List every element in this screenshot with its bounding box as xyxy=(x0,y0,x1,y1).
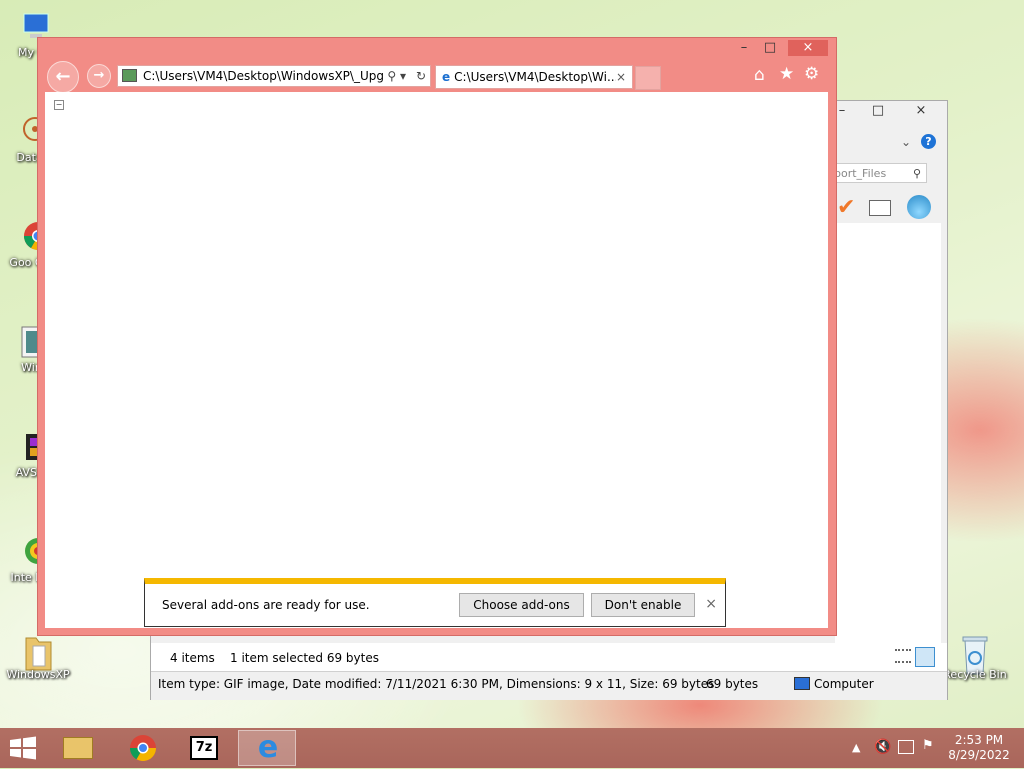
clock-date: 8/29/2022 xyxy=(948,748,1010,762)
location-text: Computer xyxy=(814,677,874,691)
maximize-button[interactable]: □ xyxy=(865,103,891,118)
file-list-area xyxy=(835,223,941,643)
email-icon[interactable] xyxy=(869,200,891,216)
selection-info: 1 item selected 69 bytes xyxy=(230,651,379,665)
recycle-bin-icon xyxy=(958,632,992,675)
action-center-flag-icon[interactable]: ⚑ xyxy=(922,738,934,753)
notification-message: Several add-ons are ready for use. xyxy=(162,598,370,612)
taskbar-internet-explorer[interactable]: e xyxy=(238,730,296,766)
back-button[interactable]: ← xyxy=(47,61,79,93)
desktop-icon-label: WindowsXP xyxy=(6,668,70,681)
search-dropdown-icon[interactable]: ⚲ ▾ xyxy=(383,66,406,86)
desktop-icon-windowsxp-folder[interactable]: WindowsXP xyxy=(3,632,73,681)
search-input[interactable]: port_Files ⚲ xyxy=(829,163,927,183)
ribbon-expand-icon[interactable]: ⌄ xyxy=(901,135,911,149)
details-view-icon[interactable] xyxy=(895,649,911,663)
item-size-text: 69 bytes xyxy=(706,677,759,691)
minimize-button[interactable]: – xyxy=(734,40,754,56)
network-icon[interactable] xyxy=(898,740,914,754)
ie-page-icon: e xyxy=(442,70,451,84)
choose-addons-button[interactable]: Choose add-ons xyxy=(459,593,584,617)
chrome-icon xyxy=(129,735,157,762)
dont-enable-button[interactable]: Don't enable xyxy=(591,593,695,617)
ie-window: – □ × ← → C:\Users\VM4\Desktop\WindowsXP… xyxy=(37,37,837,636)
page-image-icon xyxy=(122,69,137,82)
page-content: − xyxy=(45,92,828,628)
desktop-icon-label: Recycle Bin xyxy=(943,668,1007,681)
item-details-text: Item type: GIF image, Date modified: 7/1… xyxy=(158,677,715,691)
addons-notification-bar: Several add-ons are ready for use. Choos… xyxy=(144,578,726,627)
computer-icon xyxy=(794,677,810,690)
taskbar-7zip[interactable]: 7z xyxy=(176,730,234,766)
new-tab-button[interactable] xyxy=(635,66,661,90)
search-icon: ⚲ xyxy=(912,167,921,180)
desktop-icon-recycle-bin[interactable]: Recycle Bin xyxy=(940,632,1010,681)
status-bar: 4 items 1 item selected 69 bytes xyxy=(151,643,947,673)
close-button[interactable]: × xyxy=(901,103,941,118)
windows-logo-icon xyxy=(10,736,36,760)
maximize-button[interactable]: □ xyxy=(760,40,780,56)
help-icon[interactable]: ? xyxy=(921,134,936,149)
tab-close-icon[interactable]: × xyxy=(615,66,626,88)
close-button[interactable]: × xyxy=(788,40,828,56)
clock-time: 2:53 PM xyxy=(954,733,1004,747)
settings-gear-icon[interactable]: ⚙ xyxy=(804,64,819,84)
address-bar[interactable]: C:\Users\VM4\Desktop\WindowsXP\_Upgrad ⚲… xyxy=(117,65,431,87)
volume-muted-icon[interactable]: 🔇 xyxy=(874,739,891,755)
start-button[interactable] xyxy=(8,736,38,760)
7zip-icon: 7z xyxy=(190,736,218,760)
tab-title: C:\Users\VM4\Desktop\Wi... xyxy=(454,70,619,84)
clock[interactable]: 2:53 PM 8/29/2022 xyxy=(946,733,1012,763)
address-text: C:\Users\VM4\Desktop\WindowsXP\_Upgrad xyxy=(143,69,404,83)
large-icons-view-icon[interactable] xyxy=(915,647,935,667)
taskbar-chrome[interactable] xyxy=(114,730,172,766)
collapse-toggle-icon[interactable]: − xyxy=(54,100,64,110)
internet-explorer-icon: e xyxy=(257,730,279,765)
shell-icon[interactable] xyxy=(907,195,931,219)
home-icon[interactable]: ⌂ xyxy=(754,65,765,85)
taskbar: 7z e ▲ 🔇 ⚑ 2:53 PM 8/29/2022 xyxy=(0,728,1024,768)
folder-icon xyxy=(21,632,55,671)
favorites-star-icon[interactable]: ★ xyxy=(779,64,794,84)
taskbar-file-explorer[interactable] xyxy=(50,730,108,766)
show-hidden-icons-button[interactable]: ▲ xyxy=(852,741,860,754)
items-count: 4 items xyxy=(170,651,215,665)
forward-button[interactable]: → xyxy=(87,64,111,88)
file-explorer-icon xyxy=(63,737,93,759)
explorer-caption-buttons: – □ × xyxy=(829,103,941,118)
tab-active[interactable]: e C:\Users\VM4\Desktop\Wi... × xyxy=(435,65,633,89)
refresh-icon[interactable]: ↻ xyxy=(415,66,426,86)
details-bar: Item type: GIF image, Date modified: 7/1… xyxy=(151,671,947,700)
checkmark-icon[interactable]: ✔ xyxy=(837,195,855,220)
search-input-text: port_Files xyxy=(834,167,887,180)
notification-close-icon[interactable]: × xyxy=(705,596,717,612)
